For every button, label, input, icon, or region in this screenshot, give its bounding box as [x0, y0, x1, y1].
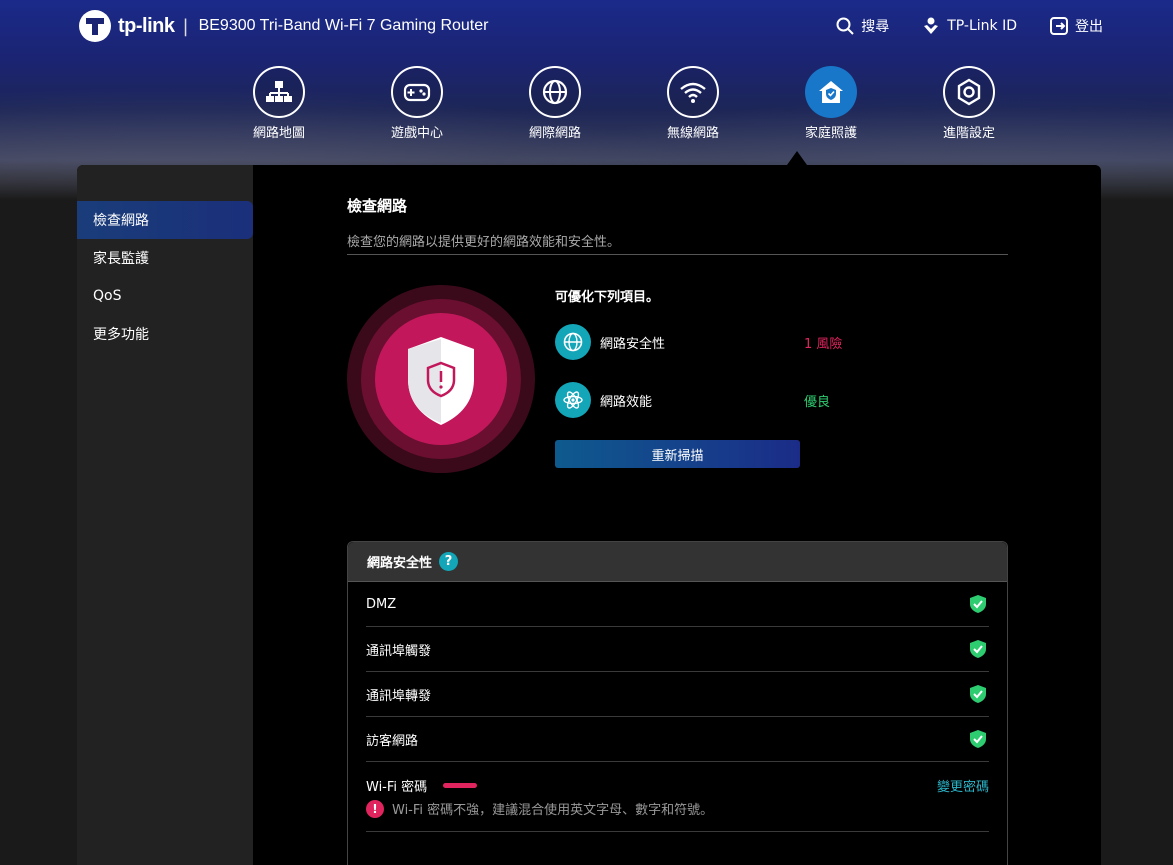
security-row-dmz: DMZ [366, 582, 989, 627]
sidebar-item-more-features[interactable]: 更多功能 [77, 315, 253, 353]
home-care-icon [819, 81, 843, 103]
security-card-title: 網路安全性 [367, 556, 433, 571]
change-password-link[interactable]: 變更密碼 [937, 776, 989, 795]
tplink-id-button[interactable]: TP-Link ID [921, 16, 1017, 36]
summary-status-good: 優良 [804, 394, 831, 410]
nav-internet[interactable]: 網際網路 [486, 66, 624, 141]
nav-advanced[interactable]: 進階設定 [900, 66, 1038, 141]
nav-network-map[interactable]: 網路地圖 [210, 66, 348, 141]
search-button[interactable]: 搜尋 [835, 16, 889, 36]
tplink-id-label: TP-Link ID [947, 18, 1017, 34]
shield-check-icon [970, 685, 986, 703]
help-icon[interactable]: ? [439, 552, 459, 571]
logout-button[interactable]: 登出 [1049, 16, 1103, 36]
atom-icon [563, 391, 583, 409]
summary-status-risk: 1 風險 [804, 336, 843, 352]
security-row-wifi-password: Wi-Fi 密碼 變更密碼 ! Wi-Fi 密碼不強，建議混合使用英文字母、數字… [366, 762, 989, 832]
nav-circle [667, 66, 719, 118]
nav-game-center[interactable]: 遊戲中心 [348, 66, 486, 141]
summary-icon [555, 324, 591, 360]
main-nav: 網路地圖 遊戲中心 網際網路 無線網路 家庭照護 進階設定 [210, 66, 1038, 141]
top-bar: tp-link | BE9300 Tri-Band Wi-Fi 7 Gaming… [78, 8, 1103, 44]
page-title: 檢查網路 [347, 197, 408, 215]
nav-active-pointer [787, 151, 807, 165]
globe-icon [563, 332, 583, 352]
summary-title: 可優化下列項目。 [555, 290, 660, 305]
nav-label: 網路地圖 [252, 126, 305, 141]
nav-circle [253, 66, 305, 118]
nav-circle [391, 66, 443, 118]
title-divider [347, 254, 1008, 255]
search-icon [836, 17, 854, 35]
tplink-logo-icon [79, 10, 111, 42]
warning-icon: ! [366, 799, 384, 818]
security-shield-graphic [347, 285, 535, 473]
gear-icon [957, 78, 981, 106]
nav-circle [805, 66, 857, 118]
nav-label: 家庭照護 [804, 126, 857, 141]
shield-check-icon [970, 730, 986, 748]
security-row-port-triggering: 通訊埠觸發 [366, 627, 989, 672]
summary-row-security: 網路安全性 1 風險 [555, 324, 955, 360]
security-row-port-forwarding: 通訊埠轉發 [366, 672, 989, 717]
sidebar: 檢查網路 家長監護 QoS 更多功能 [77, 165, 253, 865]
rescan-button[interactable]: 重新掃描 [555, 440, 800, 468]
nav-wireless[interactable]: 無線網路 [624, 66, 762, 141]
sidebar-item-check-network[interactable]: 檢查網路 [77, 201, 253, 239]
router-model: BE9300 Tri-Band Wi-Fi 7 Gaming Router [198, 17, 489, 34]
title-separator: | [182, 15, 189, 37]
sidebar-item-parental-controls[interactable]: 家長監護 [77, 239, 253, 277]
summary-label: 網路安全性 [600, 336, 666, 352]
security-row-label: 訪客網路 [366, 733, 419, 749]
wifi-icon [680, 82, 706, 103]
shield-check-icon [970, 640, 986, 658]
network-map-icon [266, 81, 292, 102]
security-row-guest-network: 訪客網路 [366, 717, 989, 762]
nav-home-care[interactable]: 家庭照護 [762, 66, 900, 141]
tplink-id-icon [924, 17, 939, 34]
nav-label: 進階設定 [942, 126, 995, 141]
globe-icon [542, 79, 568, 105]
nav-label: 遊戲中心 [390, 126, 443, 141]
sidebar-item-qos[interactable]: QoS [77, 277, 253, 315]
password-strength-bar [443, 783, 478, 788]
logout-label: 登出 [1075, 19, 1103, 35]
nav-circle [943, 66, 995, 118]
page-subtitle: 檢查您的網路以提供更好的網路效能和安全性。 [347, 235, 621, 250]
search-label: 搜尋 [861, 19, 890, 35]
logo[interactable]: tp-link [78, 9, 175, 43]
brand-name: tp-link [118, 14, 175, 37]
nav-label: 無線網路 [666, 126, 719, 141]
warning-text: Wi-Fi 密碼不強，建議混合使用英文字母、數字和符號。 [392, 803, 714, 818]
summary-label: 網路效能 [600, 394, 653, 410]
security-row-label: 通訊埠轉發 [366, 688, 432, 704]
shield-check-icon [970, 595, 986, 613]
summary-row-performance: 網路效能 優良 [555, 382, 955, 418]
security-card-header: 網路安全性 ? [348, 542, 1007, 582]
main-panel: 檢查網路 家長監護 QoS 更多功能 檢查網路 檢查您的網路以提供更好的網路效能… [77, 165, 1101, 865]
summary-icon [555, 382, 591, 418]
nav-label: 網際網路 [528, 126, 581, 141]
security-row-label: 通訊埠觸發 [366, 643, 432, 659]
wifi-password-warning: ! Wi-Fi 密碼不強，建議混合使用英文字母、數字和符號。 [366, 799, 713, 818]
nav-circle [529, 66, 581, 118]
gamepad-icon [403, 83, 431, 102]
logout-icon [1050, 17, 1068, 35]
wifi-password-label: Wi-Fi 密碼 [366, 780, 428, 795]
security-row-label: DMZ [366, 596, 397, 612]
security-card: 網路安全性 ? DMZ 通訊埠觸發 通訊埠轉發 訪客網路 Wi-Fi 密碼 變更… [347, 541, 1008, 865]
